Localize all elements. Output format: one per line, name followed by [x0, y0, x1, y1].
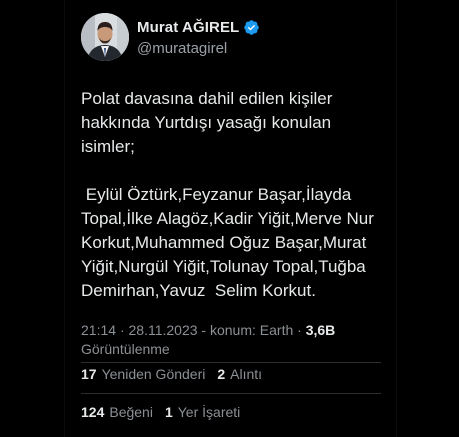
meta-separator: · [297, 322, 302, 338]
meta-separator: - [201, 322, 207, 338]
display-name[interactable]: Murat AĞIREL [137, 19, 239, 36]
quotes-count: 2 [217, 366, 226, 382]
quotes-stat[interactable]: 2 Alıntı [217, 366, 262, 382]
tweet-date[interactable]: 28.11.2023 [129, 322, 198, 338]
likes-label: Beğeni [109, 404, 153, 420]
tweet-header: Murat AĞIREL @muratagirel [81, 13, 260, 61]
author-names: Murat AĞIREL @muratagirel [137, 18, 260, 57]
avatar[interactable] [81, 13, 129, 61]
divider [81, 393, 381, 394]
tweet-location: konum: Earth [209, 322, 294, 338]
tweet-meta: 21:14 · 28.11.2023 - konum: Earth · 3,6B… [81, 321, 381, 359]
verified-badge-icon [243, 19, 260, 36]
display-name-row: Murat AĞIREL [137, 18, 260, 38]
tweet-text: Polat davasına dahil edilen kişiler hakk… [81, 89, 374, 300]
bookmarks-count: 1 [164, 404, 173, 420]
views-label: Görüntülenme [81, 341, 170, 357]
engagement-row-likes: 124 Beğeni 1 Yer İşareti [81, 404, 252, 420]
engagement-row-reposts: 17 Yeniden Gönderi 2 Alıntı [81, 366, 274, 382]
retweets-label: Yeniden Gönderi [101, 366, 206, 382]
tweet-card: Murat AĞIREL @muratagirel Polat davasına… [64, 0, 397, 437]
retweets-count: 17 [81, 366, 97, 382]
avatar-image [81, 13, 129, 61]
likes-count: 124 [81, 404, 105, 420]
retweets-stat[interactable]: 17 Yeniden Gönderi [81, 366, 205, 382]
tweet-time[interactable]: 21:14 [81, 322, 116, 338]
bookmarks-label: Yer İşareti [177, 404, 241, 420]
bookmarks-stat[interactable]: 1 Yer İşareti [165, 404, 240, 420]
likes-stat[interactable]: 124 Beğeni [81, 404, 153, 420]
views-count: 3,6B [305, 322, 336, 338]
quotes-label: Alıntı [230, 366, 263, 382]
meta-separator: · [119, 322, 125, 338]
divider [81, 362, 381, 363]
author-handle[interactable]: @muratagirel [137, 40, 260, 57]
